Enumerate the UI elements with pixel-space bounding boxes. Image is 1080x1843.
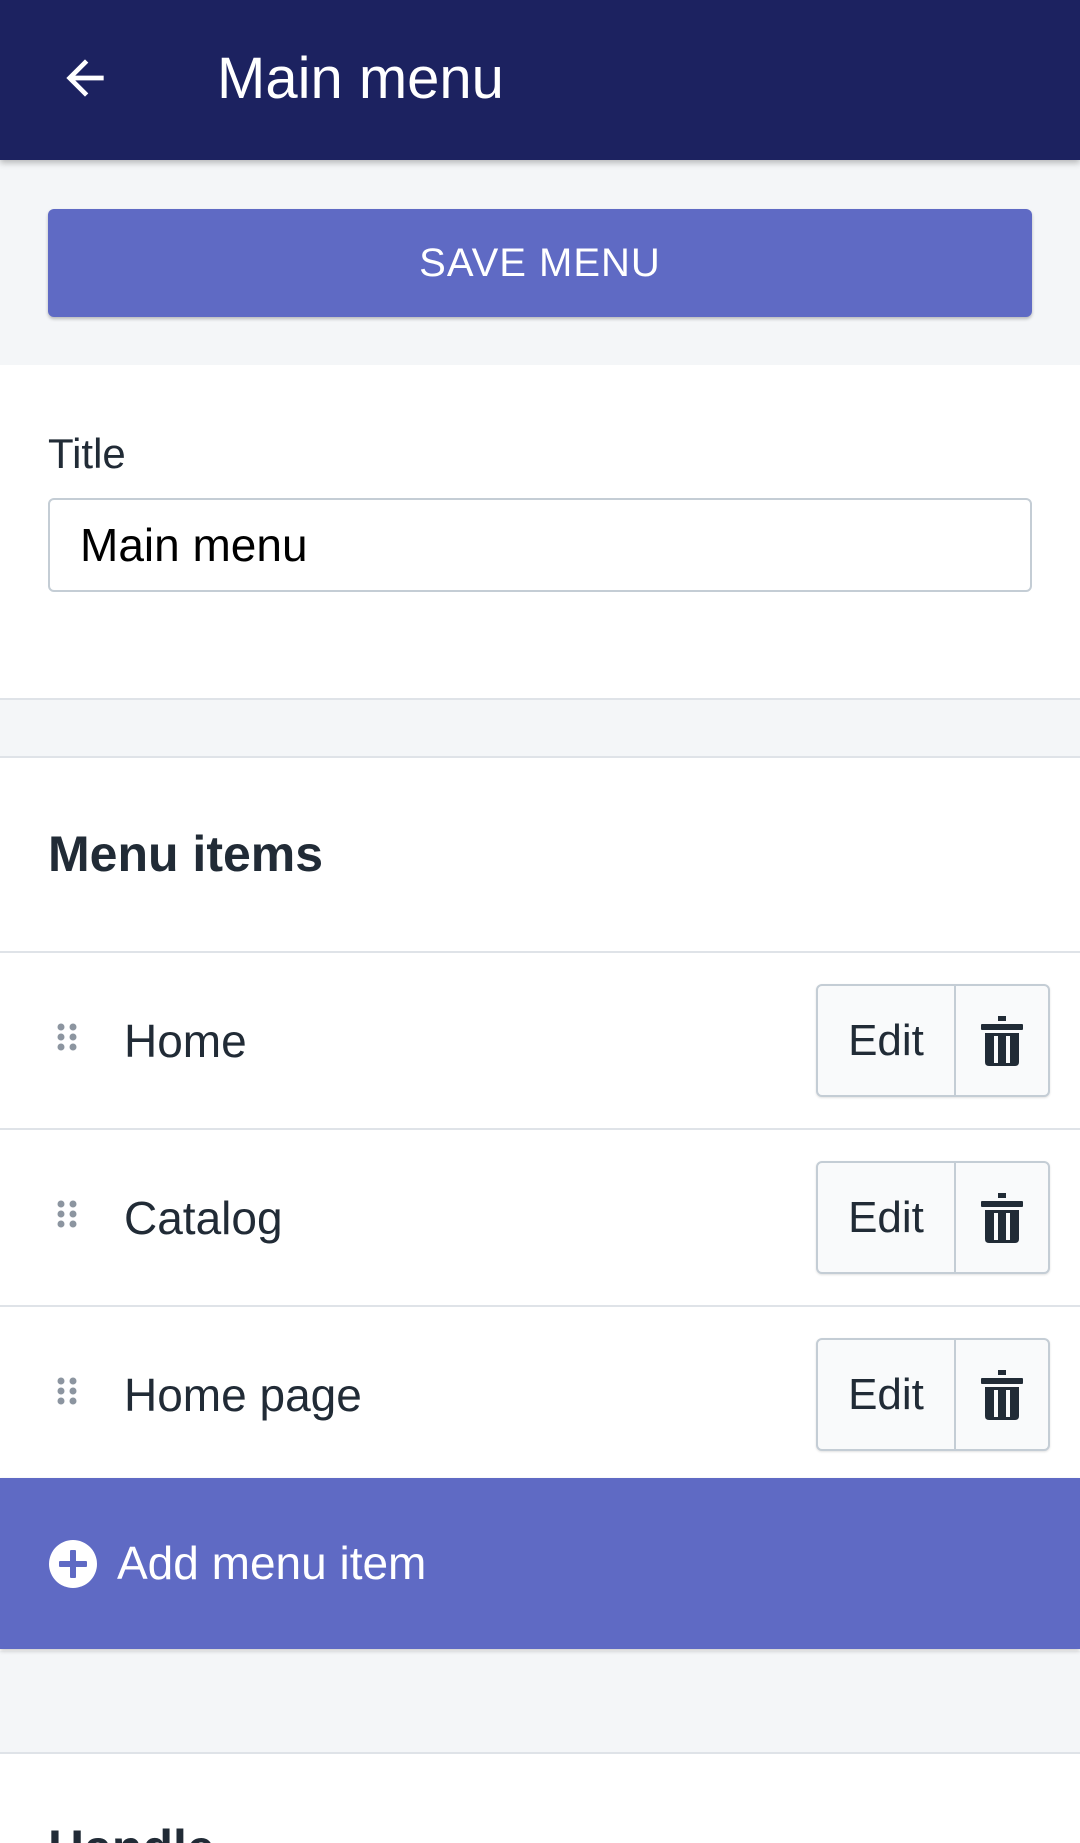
edit-button[interactable]: Edit: [818, 1340, 956, 1449]
title-label: Title: [48, 430, 126, 477]
add-menu-item-button[interactable]: Add menu item: [0, 1478, 1080, 1649]
edit-button[interactable]: Edit: [818, 986, 956, 1095]
menu-item-actions: Edit: [816, 984, 1050, 1097]
menu-items-heading: Menu items: [48, 826, 324, 882]
delete-button[interactable]: [956, 1340, 1048, 1449]
title-card: Title: [0, 365, 1080, 700]
menu-items-list: Home Edit Catalog Edit Home page Edit: [0, 951, 1080, 1482]
trash-icon: [981, 1192, 1023, 1243]
menu-item-row: Catalog Edit: [0, 1130, 1080, 1307]
trash-icon: [981, 1369, 1023, 1420]
page-title: Main menu: [217, 46, 504, 111]
drag-handle-icon[interactable]: [56, 1021, 86, 1061]
menu-item-actions: Edit: [816, 1161, 1050, 1274]
menu-item-label: Catalog: [124, 1192, 283, 1244]
drag-handle-icon[interactable]: [56, 1198, 86, 1238]
add-menu-item-label: Add menu item: [117, 1537, 427, 1589]
menu-item-label: Home page: [124, 1369, 362, 1421]
drag-handle-icon[interactable]: [56, 1375, 86, 1415]
app-bar: Main menu: [0, 0, 1080, 160]
back-button[interactable]: [40, 30, 130, 126]
menu-item-row: Home page Edit: [0, 1307, 1080, 1482]
menu-item-actions: Edit: [816, 1338, 1050, 1451]
handle-card: Handle: [0, 1752, 1080, 1843]
trash-icon: [981, 1015, 1023, 1066]
menu-item-label: Home: [124, 1015, 247, 1067]
delete-button[interactable]: [956, 986, 1048, 1095]
edit-button[interactable]: Edit: [818, 1163, 956, 1272]
delete-button[interactable]: [956, 1163, 1048, 1272]
menu-items-card: Menu items Home Edit Catalog Edit Home p…: [0, 756, 1080, 1651]
save-area: SAVE MENU: [0, 160, 1080, 365]
title-input[interactable]: [48, 498, 1032, 592]
plus-circle-icon: [49, 1540, 97, 1588]
save-menu-button[interactable]: SAVE MENU: [48, 209, 1032, 317]
arrow-left-icon: [66, 59, 104, 97]
handle-heading: Handle: [48, 1818, 215, 1843]
menu-item-row: Home Edit: [0, 953, 1080, 1130]
